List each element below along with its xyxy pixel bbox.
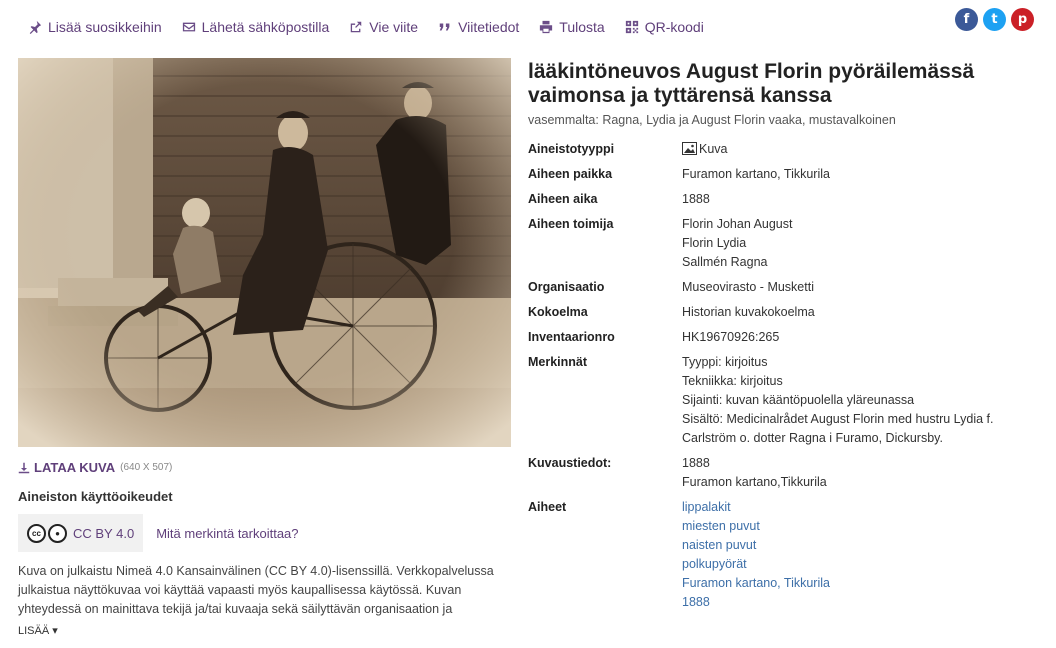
download-label: LATAA KUVA (34, 460, 116, 475)
send-email-label: Lähetä sähköpostilla (201, 19, 330, 35)
subject-link[interactable]: miesten puvut (682, 517, 830, 536)
facebook-icon[interactable]: f (955, 8, 978, 31)
photo-info-line: 1888 (682, 456, 710, 470)
property-row: Kokoelma Historian kuvakokoelma (528, 303, 1038, 322)
subject-link[interactable]: naisten puvut (682, 536, 830, 555)
property-value: Kuva (699, 142, 728, 156)
property-row: Aiheen toimija Florin Johan August Flori… (528, 215, 1038, 272)
property-label: Kokoelma (528, 305, 588, 319)
property-value: 1888 (682, 192, 710, 206)
license-badge[interactable]: cc ● CC BY 4.0 (18, 514, 144, 552)
qr-code-icon (625, 20, 638, 34)
property-label: Aiheen aika (528, 192, 598, 206)
note-line: Tyyppi: kirjoitus (682, 355, 768, 369)
property-value: Furamon kartano, Tikkurila (682, 167, 830, 181)
property-row: Aiheet lippalakit miesten puvut naisten … (528, 498, 1038, 612)
subject-link[interactable]: Furamon kartano, Tikkurila (682, 574, 830, 593)
property-value-photo-info: 1888 Furamon kartano,Tikkurila (682, 454, 827, 492)
send-email-button[interactable]: Lähetä sähköpostilla (182, 19, 330, 35)
envelope-icon (182, 22, 195, 32)
photo-info-line: Furamon kartano,Tikkurila (682, 475, 827, 489)
print-label: Tulosta (559, 19, 605, 35)
property-value-subjects: lippalakit miesten puvut naisten puvut p… (682, 498, 830, 612)
download-icon (18, 462, 30, 473)
pinterest-icon[interactable]: p (1011, 8, 1034, 31)
property-label: Aiheen paikka (528, 167, 613, 181)
add-favorite-button[interactable]: Lisää suosikkeihin (28, 19, 162, 35)
creative-commons-icon: cc (27, 523, 46, 543)
property-label: Kuvaustiedot: (528, 456, 612, 470)
qr-code-button[interactable]: QR-koodi (625, 19, 704, 35)
property-row: Aiheen aika 1888 (528, 190, 1038, 209)
property-row: Aineistotyyppi Kuva (528, 140, 1038, 159)
property-row: Kuvaustiedot: 1888 Furamon kartano,Tikku… (528, 454, 1038, 492)
record-title: lääkintöneuvos August Florin pyöräilemäs… (528, 60, 975, 107)
quote-icon (439, 23, 450, 31)
subject-link[interactable]: lippalakit (682, 498, 830, 517)
property-value: Museovirasto - Musketti (682, 280, 814, 294)
image-dimensions: (640 X 507) (120, 462, 173, 473)
export-icon (351, 21, 362, 33)
property-value: Historian kuvakokoelma (682, 305, 815, 319)
subject-link[interactable]: 1888 (682, 593, 830, 612)
property-label: Aiheet (528, 500, 567, 514)
actor-name: Florin Johan August (682, 217, 793, 231)
license-name: CC BY 4.0 (73, 525, 135, 541)
property-label: Aineistotyyppi (528, 142, 615, 156)
print-button[interactable]: Tulosta (539, 19, 605, 35)
social-share: f t p (950, 8, 1034, 31)
property-row: Inventaarionro HK19670926:265 (528, 328, 1038, 347)
note-line: Tekniikka: kirjoitus (682, 374, 783, 388)
property-value-type: Kuva (682, 140, 728, 159)
export-label: Vie viite (369, 19, 419, 35)
download-image-link[interactable]: LATAA KUVA (640 X 507) (18, 460, 172, 475)
actor-name: Florin Lydia (682, 236, 747, 250)
record-properties: Aineistotyyppi Kuva Aiheen paikka Furamo… (528, 140, 1038, 618)
image-icon (682, 142, 697, 155)
property-row: Aiheen paikka Furamon kartano, Tikkurila (528, 165, 1038, 184)
citation-label: Viitetiedot (458, 19, 520, 35)
property-label: Inventaarionro (528, 330, 615, 344)
actor-name: Sallmén Ragna (682, 255, 768, 269)
pin-icon (29, 20, 42, 34)
qr-code-label: QR-koodi (644, 19, 704, 35)
record-subtitle: vasemmalta: Ragna, Lydia ja August Flori… (528, 113, 896, 127)
license-info-link[interactable]: Mitä merkintä tarkoittaa? (156, 526, 298, 541)
note-line: Sijainti: kuvan kääntöpuolella yläreunas… (682, 393, 915, 407)
export-button[interactable]: Vie viite (349, 19, 418, 35)
property-row: Merkinnät Tyyppi: kirjoitus Tekniikka: k… (528, 353, 1038, 448)
property-row: Organisaatio Museovirasto - Musketti (528, 278, 1038, 297)
citation-button[interactable]: Viitetiedot (438, 19, 519, 35)
subject-link[interactable]: polkupyörät (682, 555, 830, 574)
license-row: cc ● CC BY 4.0 Mitä merkintä tarkoittaa? (18, 514, 299, 552)
property-label: Aiheen toimija (528, 217, 614, 231)
printer-icon (540, 20, 553, 34)
twitter-icon[interactable]: t (983, 8, 1006, 31)
record-photo[interactable] (18, 58, 511, 447)
photo-illustration (18, 58, 511, 447)
property-label: Merkinnät (528, 355, 588, 369)
property-label: Organisaatio (528, 280, 605, 294)
note-line: Sisältö: Medicinalrådet August Florin me… (682, 412, 994, 445)
attribution-icon: ● (48, 523, 67, 543)
property-value-notes: Tyyppi: kirjoitus Tekniikka: kirjoitus S… (682, 353, 1038, 448)
property-value-actors: Florin Johan August Florin Lydia Sallmén… (682, 215, 793, 272)
rights-heading: Aineiston käyttöoikeudet (18, 489, 173, 504)
show-more-button[interactable]: LISÄÄ ▾ (18, 624, 58, 637)
add-favorite-label: Lisää suosikkeihin (48, 19, 162, 35)
property-value: HK19670926:265 (682, 330, 780, 344)
license-description: Kuva on julkaistu Nimeä 4.0 Kansainvälin… (18, 564, 494, 616)
action-toolbar: Lisää suosikkeihin Lähetä sähköpostilla … (28, 16, 724, 38)
